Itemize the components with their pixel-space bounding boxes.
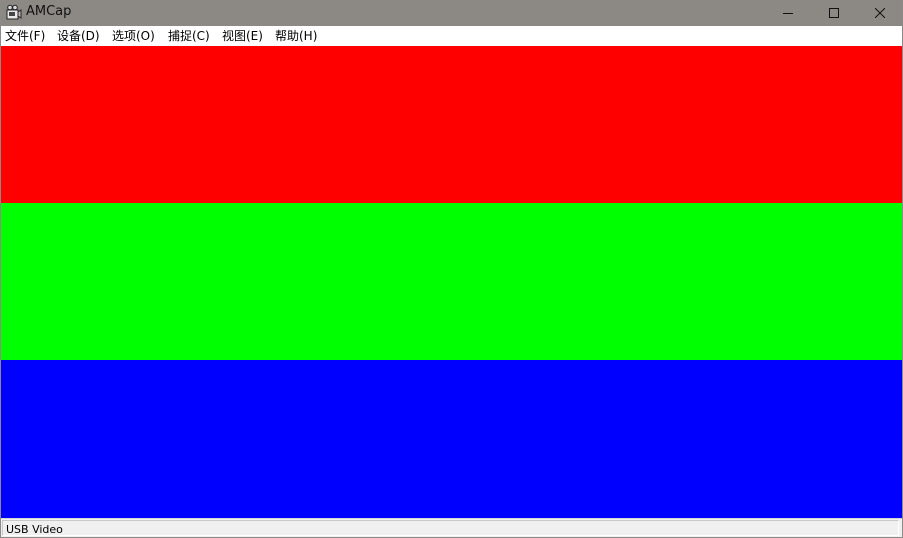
menu-options[interactable]: 选项(O) (112, 28, 155, 45)
window-title: AMCap (26, 4, 72, 19)
status-pane: USB Video (2, 520, 899, 536)
menu-help[interactable]: 帮助(H) (275, 28, 317, 45)
minimize-icon (783, 13, 793, 14)
camera-app-icon[interactable] (6, 4, 22, 21)
video-preview (1, 46, 902, 518)
menu-capture[interactable]: 捕捉(C) (168, 28, 210, 45)
maximize-icon (829, 8, 839, 18)
menu-device[interactable]: 设备(D) (57, 28, 100, 45)
maximize-button[interactable] (811, 0, 857, 26)
title-bar[interactable]: AMCap (1, 0, 902, 26)
status-text: USB Video (6, 523, 63, 536)
status-bar: USB Video (1, 518, 902, 537)
minimize-button[interactable] (765, 0, 811, 26)
close-button[interactable] (857, 0, 903, 26)
close-icon (875, 8, 885, 18)
menu-file[interactable]: 文件(F) (5, 28, 45, 45)
amcap-window: AMCap 文件(F) 设备(D) 选项(O) 捕捉(C) 视图(E) 帮助(H… (0, 0, 903, 538)
menu-view[interactable]: 视图(E) (222, 28, 263, 45)
color-bar-blue (1, 360, 902, 518)
color-bar-green (1, 203, 902, 360)
color-bar-red (1, 46, 902, 203)
menu-bar: 文件(F) 设备(D) 选项(O) 捕捉(C) 视图(E) 帮助(H) (1, 26, 902, 46)
